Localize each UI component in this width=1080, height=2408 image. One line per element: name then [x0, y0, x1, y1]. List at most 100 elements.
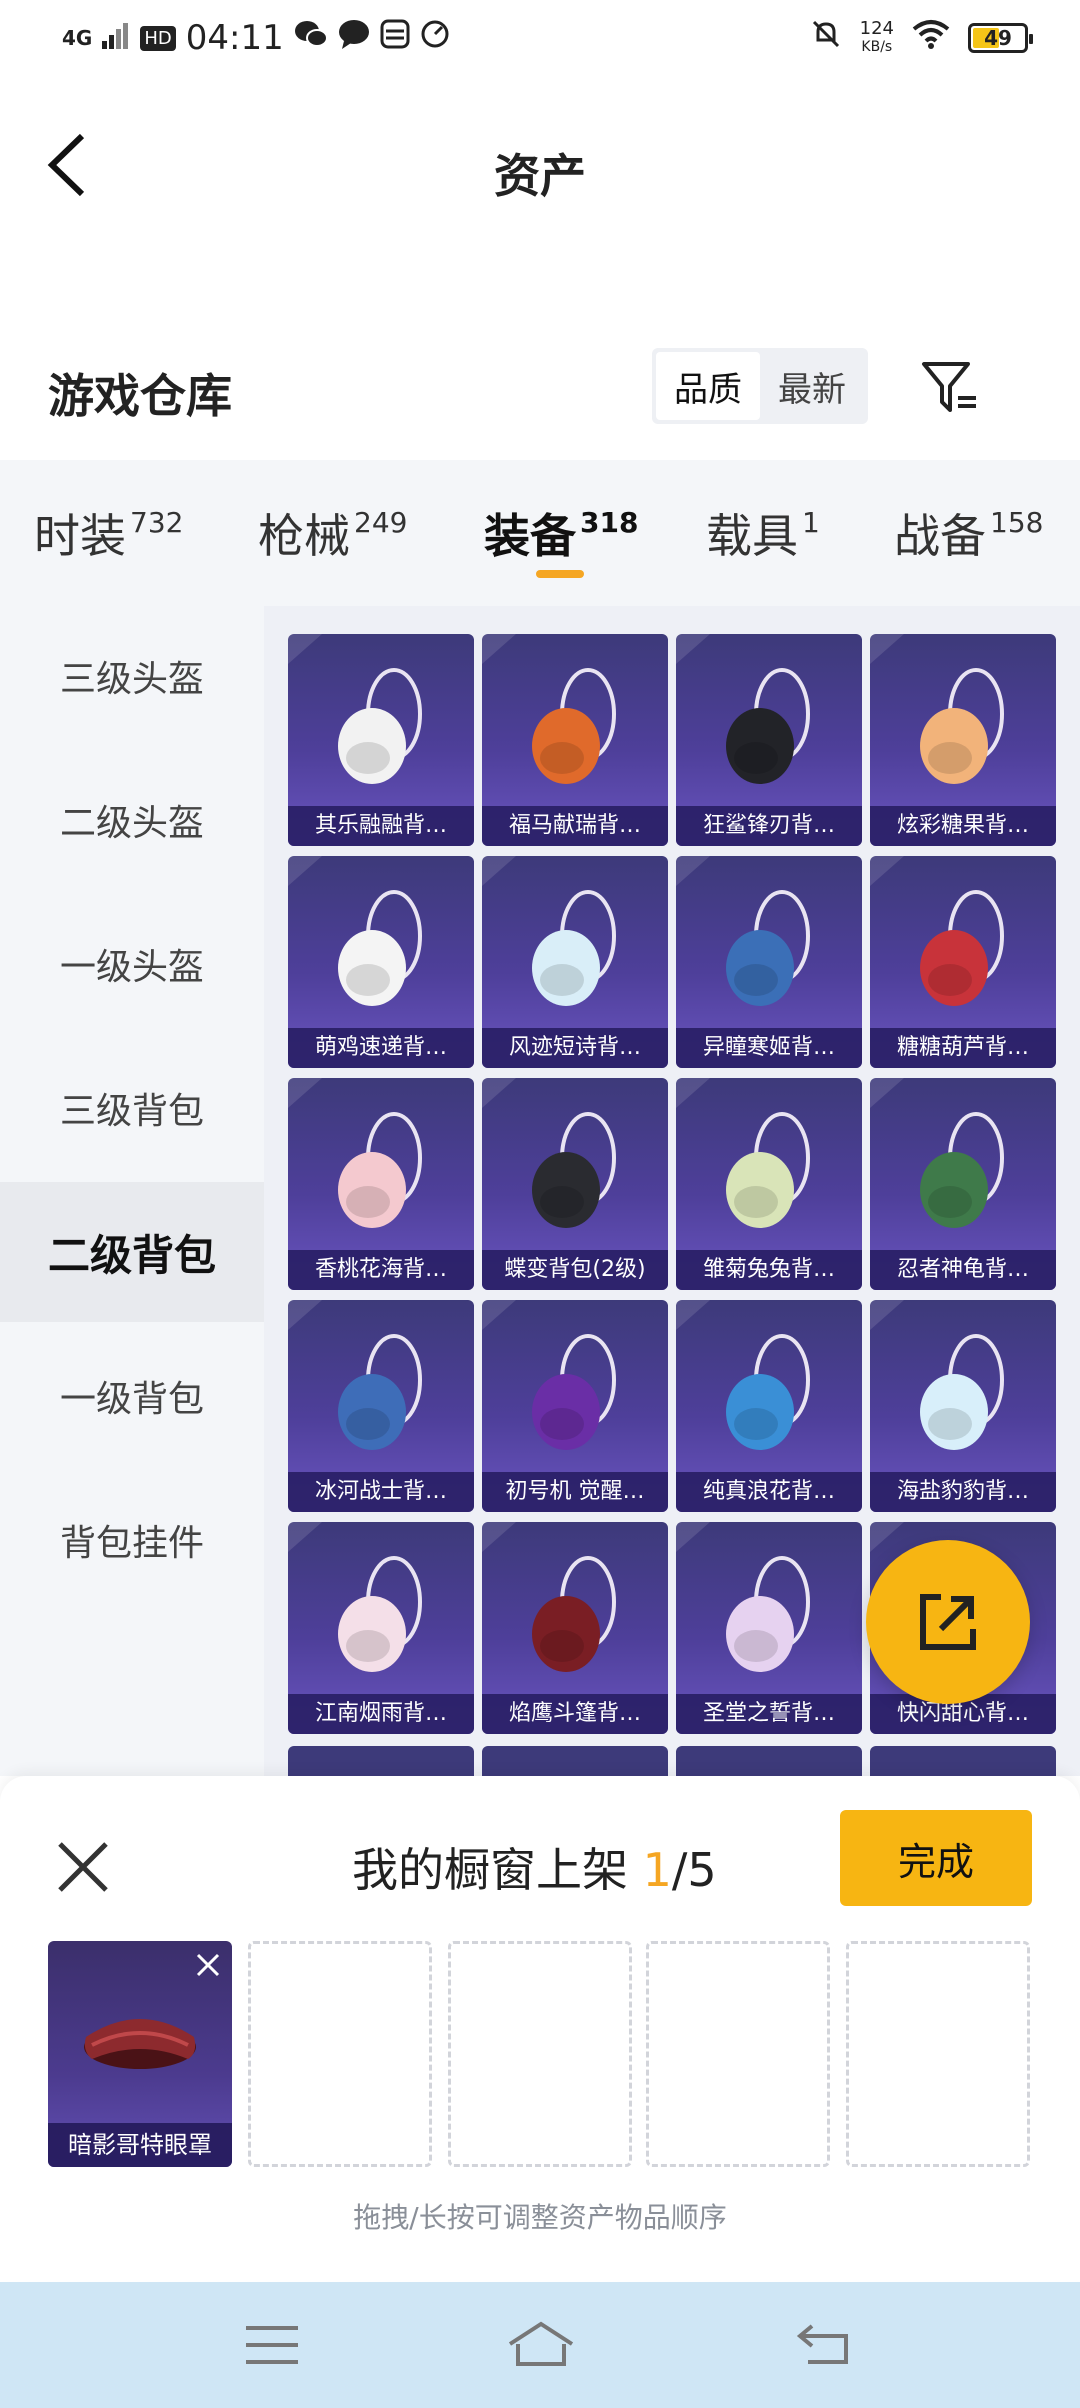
item-label: 蝶变背包(2级) [482, 1250, 668, 1290]
checkbox-corner[interactable] [288, 1522, 322, 1552]
checkbox-corner[interactable] [676, 1078, 710, 1108]
item-card[interactable]: 雏菊兔兔背… [676, 1078, 862, 1290]
sidebar-item-backpack-3[interactable]: 三级背包 [0, 1038, 264, 1178]
checkbox-corner[interactable] [676, 1522, 710, 1552]
checkbox-corner[interactable] [482, 634, 516, 664]
status-right: 124 KB/s 49 [810, 18, 1033, 58]
showcase-slot-empty[interactable] [846, 1941, 1030, 2167]
sidebar-item-backpack-2[interactable]: 二级背包 [0, 1182, 264, 1322]
item-card[interactable]: 蝶变背包(2级) [482, 1078, 668, 1290]
mute-icon [810, 18, 842, 58]
item-label: 糖糖葫芦背… [870, 1028, 1056, 1068]
sort-newest[interactable]: 最新 [760, 352, 864, 420]
tab-supplies[interactable]: 战备 158 [894, 500, 1043, 566]
share-button[interactable] [866, 1540, 1030, 1704]
back-nav-icon[interactable] [794, 2318, 854, 2372]
item-label: 冰河战士背… [288, 1472, 474, 1512]
backpack-icon [532, 1112, 616, 1228]
showcase-slot-empty[interactable] [646, 1941, 830, 2167]
sidebar-item-backpack-charm[interactable]: 背包挂件 [0, 1470, 264, 1610]
backpack-icon [920, 890, 1004, 1006]
system-nav-bar [0, 2282, 1080, 2408]
category-tabs: 时装 732 枪械 249 装备 318 载具 1 战备 158 [0, 460, 1080, 606]
status-left: 4G HD 04:11 [62, 18, 450, 58]
item-card[interactable]: 其乐融融背… [288, 634, 474, 846]
checkbox-corner[interactable] [288, 1078, 322, 1108]
backpack-icon [920, 1112, 1004, 1228]
app-icon [380, 18, 410, 58]
item-card[interactable]: 冰河战士背… [288, 1300, 474, 1512]
checkbox-corner[interactable] [482, 1522, 516, 1552]
checkbox-corner[interactable] [288, 856, 322, 886]
checkbox-corner[interactable] [676, 856, 710, 886]
checkbox-corner[interactable] [482, 1078, 516, 1108]
item-card[interactable]: 海盐豹豹背… [870, 1300, 1056, 1512]
showcase-slot-filled[interactable]: 暗影哥特眼罩 [48, 1941, 232, 2167]
home-icon[interactable] [506, 2318, 574, 2372]
remove-item-button[interactable] [190, 1947, 226, 1983]
checkbox-corner[interactable] [870, 1078, 904, 1108]
sidebar-item-helmet-2[interactable]: 二级头盔 [0, 750, 264, 890]
battery-level: 49 [984, 26, 1012, 50]
showcase-slot-empty[interactable] [448, 1941, 632, 2167]
checkbox-corner[interactable] [870, 856, 904, 886]
sidebar-item-helmet-1[interactable]: 一级头盔 [0, 894, 264, 1034]
item-card[interactable]: 江南烟雨背… [288, 1522, 474, 1734]
sort-toggle: 品质 最新 [652, 348, 868, 424]
sidebar: 三级头盔 二级头盔 一级头盔 三级背包 二级背包 一级背包 背包挂件 [0, 606, 264, 1776]
showcase-sheet: 我的橱窗上架 1/5 完成 暗影哥特眼罩 拖拽/长按可调整资产物品顺序 [0, 1776, 1080, 2282]
checkbox-corner[interactable] [482, 856, 516, 886]
page-title: 资产 [494, 149, 586, 203]
item-card[interactable]: 纯真浪花背… [676, 1300, 862, 1512]
item-card[interactable]: 初号机 觉醒… [482, 1300, 668, 1512]
backpack-icon [532, 1556, 616, 1672]
checkbox-corner[interactable] [870, 634, 904, 664]
item-card[interactable]: 忍者神龟背… [870, 1078, 1056, 1290]
checkbox-corner[interactable] [288, 634, 322, 664]
backpack-icon [726, 668, 810, 784]
backpack-icon [338, 668, 422, 784]
tab-fashion[interactable]: 时装 732 [34, 500, 183, 566]
checkbox-corner[interactable] [288, 1300, 322, 1330]
sort-quality[interactable]: 品质 [656, 352, 760, 420]
tab-vehicles[interactable]: 载具 1 [706, 500, 820, 566]
item-label: 初号机 觉醒… [482, 1472, 668, 1512]
item-card[interactable]: 圣堂之誓背… [676, 1522, 862, 1734]
item-card[interactable]: 焰鹰斗篷背… [482, 1522, 668, 1734]
menu-icon[interactable] [242, 2318, 302, 2372]
backpack-icon [338, 1112, 422, 1228]
item-label: 异瞳寒姬背… [676, 1028, 862, 1068]
item-card[interactable]: 风迹短诗背… [482, 856, 668, 1068]
item-label: 江南烟雨背… [288, 1694, 474, 1734]
close-button[interactable] [52, 1836, 114, 1898]
item-label: 忍者神龟背… [870, 1250, 1056, 1290]
item-card[interactable]: 糖糖葫芦背… [870, 856, 1056, 1068]
checkbox-corner[interactable] [676, 634, 710, 664]
nav-bar: 资产 [0, 80, 1080, 260]
sidebar-item-backpack-1[interactable]: 一级背包 [0, 1326, 264, 1466]
item-card[interactable]: 萌鸡速递背… [288, 856, 474, 1068]
card-partial [288, 1746, 474, 1776]
item-card[interactable]: 炫彩糖果背… [870, 634, 1056, 846]
checkbox-corner[interactable] [870, 1300, 904, 1330]
filter-button[interactable] [918, 356, 982, 420]
done-button[interactable]: 完成 [840, 1810, 1032, 1906]
item-label: 纯真浪花背… [676, 1472, 862, 1512]
checkbox-corner[interactable] [870, 1522, 904, 1552]
checkbox-corner[interactable] [676, 1300, 710, 1330]
message-icon [338, 18, 370, 58]
showcase-slot-empty[interactable] [248, 1941, 432, 2167]
item-card[interactable]: 香桃花海背… [288, 1078, 474, 1290]
item-label: 雏菊兔兔背… [676, 1250, 862, 1290]
sidebar-item-helmet-3[interactable]: 三级头盔 [0, 606, 264, 746]
warehouse-title: 游戏仓库 [48, 369, 232, 423]
item-card[interactable]: 福马献瑞背… [482, 634, 668, 846]
backpack-icon [726, 1556, 810, 1672]
tab-firearms[interactable]: 枪械 249 [258, 500, 407, 566]
tab-equipment[interactable]: 装备 318 [484, 500, 638, 566]
clock: 04:11 [185, 18, 284, 58]
item-card[interactable]: 异瞳寒姬背… [676, 856, 862, 1068]
checkbox-corner[interactable] [482, 1300, 516, 1330]
backpack-icon [920, 1334, 1004, 1450]
item-card[interactable]: 狂鲨锋刃背… [676, 634, 862, 846]
